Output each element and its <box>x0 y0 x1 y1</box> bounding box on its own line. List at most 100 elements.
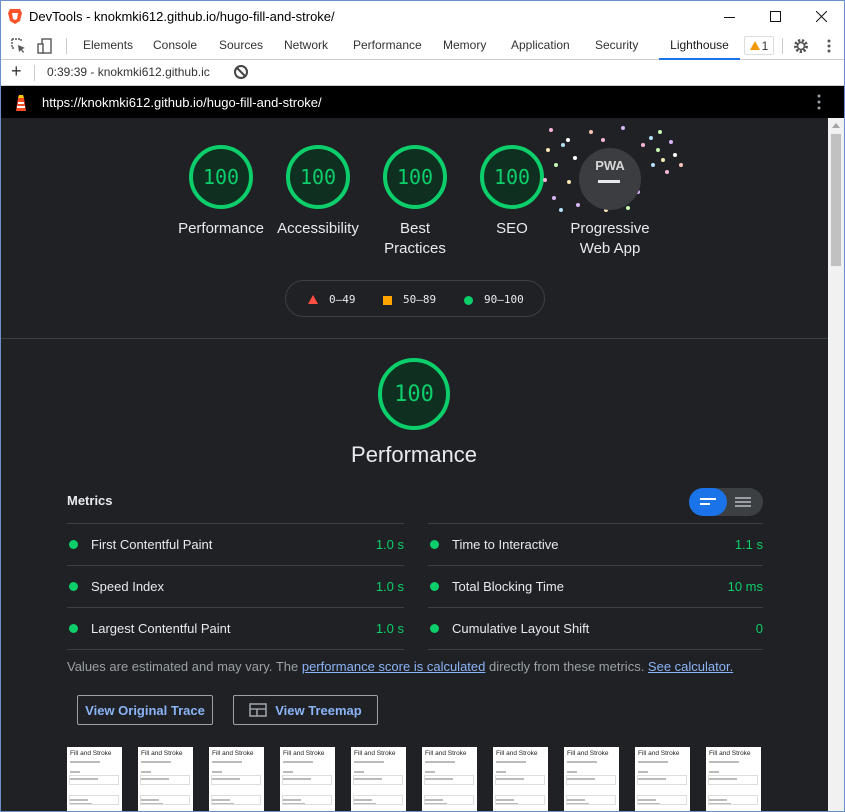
metric-value: 1.0 s <box>375 537 404 552</box>
metrics-view-toggle[interactable] <box>689 488 763 516</box>
pwa-badge[interactable]: PWA <box>579 148 641 210</box>
divider <box>67 649 404 650</box>
confetti-dot <box>589 130 593 134</box>
confetti-dot <box>641 143 645 147</box>
frame-box <box>211 795 261 805</box>
view-original-trace-button[interactable]: View Original Trace <box>77 695 213 725</box>
metric-value: 0 <box>755 621 763 636</box>
frame-box <box>424 775 474 785</box>
performance-label[interactable]: Performance <box>176 219 266 239</box>
pwa-dash-icon <box>598 180 620 183</box>
metric-label: Cumulative Layout Shift <box>452 621 590 636</box>
tab-security[interactable]: Security <box>595 32 638 60</box>
pwa-label[interactable]: Progressive Web App <box>562 219 658 259</box>
report-url[interactable]: https://knokmki612.github.io/hugo-fill-a… <box>42 95 322 110</box>
report-select[interactable]: 0:39:39 - knokmki612.github.ic <box>47 65 210 79</box>
frame-title: Fill and Stroke <box>638 750 680 757</box>
minimize-button[interactable] <box>706 1 752 32</box>
gear-icon[interactable] <box>792 37 810 55</box>
pass-circle-icon <box>69 582 78 591</box>
frame-title: Fill and Stroke <box>425 750 467 757</box>
confetti-dot <box>576 203 580 207</box>
confetti-dot <box>649 136 653 140</box>
frame-box <box>140 795 190 805</box>
see-calculator-link[interactable]: See calculator. <box>648 659 733 674</box>
confetti-dot <box>567 180 571 184</box>
pass-circle-icon <box>430 624 439 633</box>
filmstrip-frame: Fill and Stroke <box>564 747 619 811</box>
frame-box <box>140 775 190 785</box>
tab-network[interactable]: Network <box>284 32 328 60</box>
pwa-badge-text: PWA <box>595 158 625 173</box>
frame-title: Fill and Stroke <box>709 750 751 757</box>
seo-label[interactable]: SEO <box>467 219 557 239</box>
frame-box <box>566 775 616 785</box>
frame-box <box>637 775 687 785</box>
seo-gauge[interactable]: 100 <box>480 145 544 209</box>
frame-box <box>495 775 545 785</box>
scrollbar-thumb[interactable] <box>831 134 841 266</box>
inspect-element-icon[interactable] <box>10 37 28 55</box>
divider <box>428 649 763 650</box>
accessibility-gauge[interactable]: 100 <box>286 145 350 209</box>
new-report-button[interactable]: + <box>11 61 22 82</box>
expanded-lines-icon[interactable] <box>735 497 751 507</box>
warnings-counter[interactable]: 1 <box>744 36 774 55</box>
frame-text-line <box>354 771 364 773</box>
report-scrollbar[interactable] <box>828 118 844 811</box>
filmstrip-frame: Fill and Stroke <box>138 747 193 811</box>
frame-text-line <box>283 761 313 763</box>
best-practices-gauge[interactable]: 100 <box>383 145 447 209</box>
metric-label: Total Blocking Time <box>452 579 564 594</box>
frame-text-line <box>567 761 597 763</box>
brave-lion-icon <box>8 9 22 24</box>
pass-circle-icon <box>430 540 439 549</box>
confetti-dot <box>552 196 556 200</box>
performance-gauge[interactable]: 100 <box>189 145 253 209</box>
clear-reports-icon[interactable] <box>234 65 248 79</box>
performance-score-gauge: 100 <box>378 358 450 430</box>
tab-memory[interactable]: Memory <box>443 32 486 60</box>
frame-text-line <box>638 761 668 763</box>
scroll-up-icon[interactable] <box>832 123 840 128</box>
divider <box>782 38 783 54</box>
confetti-dot <box>626 206 630 210</box>
section-divider <box>1 338 828 339</box>
pass-circle-icon <box>464 296 473 305</box>
device-toolbar-icon[interactable] <box>36 37 54 55</box>
confetti-dot <box>554 163 558 167</box>
more-options-icon[interactable] <box>820 37 838 55</box>
frame-text-line <box>709 761 739 763</box>
score-calculated-link[interactable]: performance score is calculated <box>302 659 486 674</box>
frame-box <box>282 775 332 785</box>
compact-view-button[interactable] <box>689 488 727 516</box>
frame-title: Fill and Stroke <box>70 750 112 757</box>
confetti-dot <box>561 143 565 147</box>
tab-performance[interactable]: Performance <box>353 32 422 60</box>
close-button[interactable] <box>798 1 844 32</box>
metric-value: 1.0 s <box>375 621 404 636</box>
confetti-dot <box>549 128 553 132</box>
tab-sources[interactable]: Sources <box>219 32 263 60</box>
tab-lighthouse[interactable]: Lighthouse <box>659 32 740 60</box>
frame-box <box>282 795 332 805</box>
frame-box <box>637 795 687 805</box>
best-practices-label[interactable]: Best Practices <box>370 219 460 259</box>
confetti-dot <box>573 156 577 160</box>
accessibility-label[interactable]: Accessibility <box>273 219 363 239</box>
frame-box <box>353 795 403 805</box>
tab-elements[interactable]: Elements <box>83 32 133 60</box>
frame-text-line <box>70 771 80 773</box>
maximize-button[interactable] <box>752 1 798 32</box>
confetti-dot <box>661 158 665 162</box>
close-icon <box>815 11 827 22</box>
view-treemap-button[interactable]: View Treemap <box>233 695 378 725</box>
tab-console[interactable]: Console <box>153 32 197 60</box>
frame-box <box>69 775 119 785</box>
tools-menu-icon[interactable] <box>816 94 822 110</box>
metric-tti: Time to Interactive 1.1 s <box>428 523 763 565</box>
frame-text-line <box>638 771 648 773</box>
frame-title: Fill and Stroke <box>141 750 183 757</box>
tab-application[interactable]: Application <box>511 32 570 60</box>
metric-value: 1.1 s <box>734 537 763 552</box>
